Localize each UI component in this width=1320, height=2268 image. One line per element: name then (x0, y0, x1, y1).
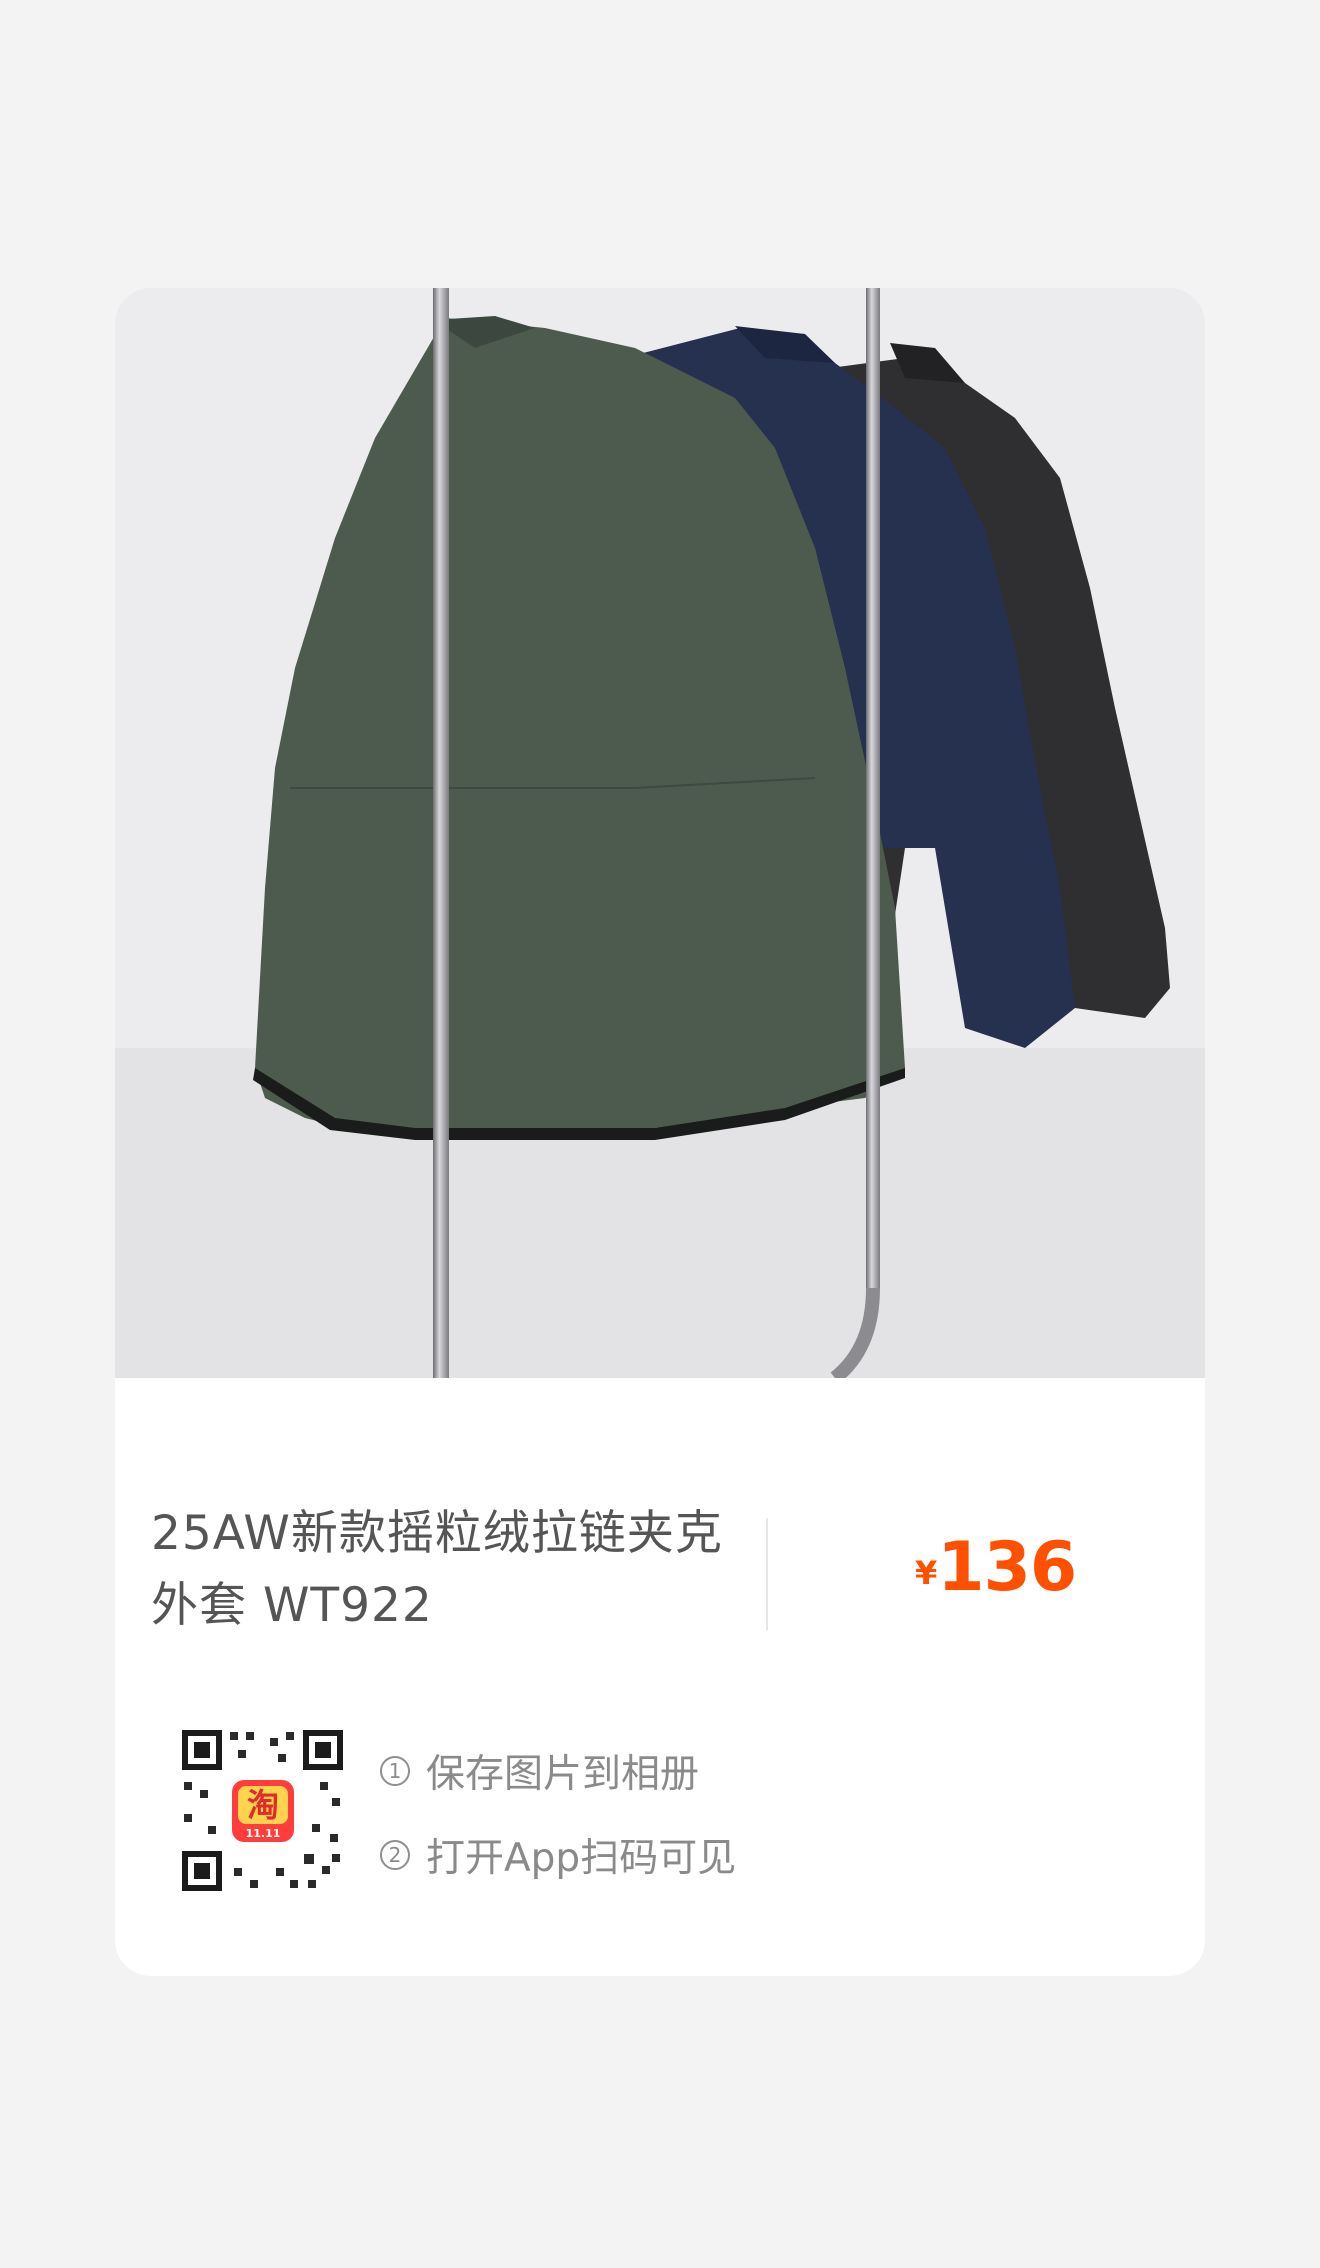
product-price: ¥136 (915, 1528, 1077, 1607)
qr-badge-glyph: 淘 (247, 1786, 279, 1824)
circled-number-icon: 2 (380, 1840, 410, 1870)
product-title-line1: 25AW新款摇粒绒拉链夹克 (151, 1506, 723, 1561)
circled-number-icon: 1 (380, 1756, 410, 1786)
scan-instructions: 1 保存图片到相册 2 打开App扫码可见 (380, 1742, 736, 1910)
instruction-step: 1 保存图片到相册 (380, 1742, 736, 1800)
product-title-line2: 外套 WT922 (151, 1578, 433, 1633)
instruction-step: 2 打开App扫码可见 (380, 1826, 736, 1884)
product-title[interactable]: 25AW新款摇粒绒拉链夹克 外套 WT922 (151, 1498, 741, 1642)
qr-code-icon[interactable]: 淘 11.11 (180, 1728, 345, 1893)
product-photo[interactable] (115, 288, 1205, 1378)
price-value: 136 (937, 1528, 1077, 1607)
qr-badge-caption: 11.11 (246, 1827, 281, 1840)
instruction-text: 保存图片到相册 (426, 1752, 700, 1797)
jackets-illustration (115, 288, 1205, 1378)
product-info: 25AW新款摇粒绒拉链夹克 外套 WT922 ¥136 淘 11.11 1 保存… (115, 1378, 1205, 1976)
instruction-text: 打开App扫码可见 (426, 1836, 737, 1881)
product-share-card: 25AW新款摇粒绒拉链夹克 外套 WT922 ¥136 淘 11.11 1 保存… (115, 288, 1205, 1976)
currency-symbol: ¥ (915, 1554, 938, 1592)
vertical-divider (766, 1518, 768, 1630)
